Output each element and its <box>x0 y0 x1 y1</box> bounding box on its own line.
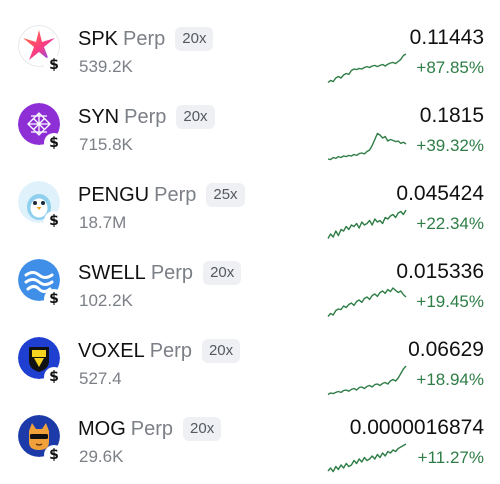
price: 0.06629 <box>408 338 484 361</box>
market-row-voxel[interactable]: $ VOXEL Perp 20x 527.4 0.06629 +18.94% <box>0 328 500 406</box>
sparkline-series <box>327 132 407 161</box>
market-type: Perp <box>123 27 166 50</box>
sparkline-chart <box>327 443 407 473</box>
sparkline-series <box>327 53 407 84</box>
price: 0.1815 <box>419 104 484 127</box>
perp-market-list: $ SPK Perp 20x 539.2K 0.11443 +87.85% $ … <box>0 0 500 484</box>
market-symbol: SWELL <box>78 261 146 284</box>
price-change: +11.27% <box>417 448 484 467</box>
market-symbol: PENGU <box>78 183 150 206</box>
volume: 715.8K <box>79 135 133 154</box>
volume: 18.7M <box>79 213 127 232</box>
market-symbol: SYN <box>78 105 120 128</box>
volume: 102.2K <box>79 291 133 310</box>
leverage-badge: 20x <box>183 417 222 441</box>
dollar-icon: $ <box>44 211 64 231</box>
market-title: PENGU Perp 25x <box>78 182 245 208</box>
sparkline-chart <box>327 365 407 396</box>
sparkline-chart <box>327 132 407 161</box>
market-row-pengu[interactable]: $ PENGU Perp 25x 18.7M 0.045424 +22.34% <box>0 172 500 250</box>
market-type: Perp <box>150 261 194 284</box>
volume: 527.4 <box>79 369 122 388</box>
market-row-mog[interactable]: $ MOG Perp 20x 29.6K 0.0000016874 +11.27… <box>0 406 500 484</box>
market-row-swell[interactable]: $ SWELL Perp 20x 102.2K 0.015336 +19.45% <box>0 250 500 328</box>
market-type: Perp <box>130 417 174 440</box>
token-icon-group: $ <box>18 415 64 467</box>
market-row-syn[interactable]: $ SYN Perp 20x 715.8K 0.1815 +39.32% <box>0 94 500 172</box>
price: 0.11443 <box>409 26 484 49</box>
dollar-icon: $ <box>44 367 64 387</box>
price-change: +18.94% <box>416 370 484 389</box>
market-title: SWELL Perp 20x <box>78 260 242 286</box>
token-icon-group: $ <box>18 337 64 389</box>
market-title: MOG Perp 20x <box>78 416 222 442</box>
leverage-badge: 20x <box>203 261 242 285</box>
market-symbol: MOG <box>78 417 126 440</box>
price-change: +87.85% <box>416 58 484 77</box>
dollar-icon: $ <box>44 133 64 153</box>
market-type: Perp <box>154 183 197 206</box>
price: 0.015336 <box>396 260 484 283</box>
price-change: +19.45% <box>416 292 484 311</box>
token-icon-group: $ <box>18 25 64 77</box>
sparkline-series <box>327 365 407 396</box>
leverage-badge: 20x <box>176 105 215 129</box>
token-icon-group: $ <box>18 259 64 311</box>
price-change: +22.34% <box>416 214 484 233</box>
market-row-spk[interactable]: $ SPK Perp 20x 539.2K 0.11443 +87.85% <box>0 16 500 94</box>
price: 0.045424 <box>396 182 484 205</box>
sparkline-chart <box>327 209 407 239</box>
market-symbol: VOXEL <box>78 339 145 362</box>
leverage-badge: 20x <box>175 27 214 51</box>
leverage-badge: 20x <box>201 339 241 363</box>
token-icon-group: $ <box>18 181 64 233</box>
dollar-icon: $ <box>44 289 64 309</box>
sparkline-series <box>327 287 407 317</box>
market-symbol: SPK <box>78 27 119 50</box>
dollar-icon: $ <box>44 445 64 465</box>
price: 0.0000016874 <box>349 416 484 439</box>
dollar-icon: $ <box>44 55 64 75</box>
volume: 29.6K <box>79 447 124 466</box>
volume: 539.2K <box>79 57 133 76</box>
market-type: Perp <box>149 339 192 362</box>
market-title: VOXEL Perp 20x <box>78 338 241 364</box>
sparkline-chart <box>327 53 407 84</box>
token-icon-group: $ <box>18 103 64 155</box>
leverage-badge: 25x <box>206 183 245 207</box>
price-change: +39.32% <box>416 136 484 155</box>
market-type: Perp <box>124 105 167 128</box>
market-title: SPK Perp 20x <box>78 26 214 52</box>
market-title: SYN Perp 20x <box>78 104 215 130</box>
sparkline-chart <box>327 287 407 317</box>
sparkline-series <box>327 443 407 473</box>
sparkline-series <box>327 209 407 239</box>
